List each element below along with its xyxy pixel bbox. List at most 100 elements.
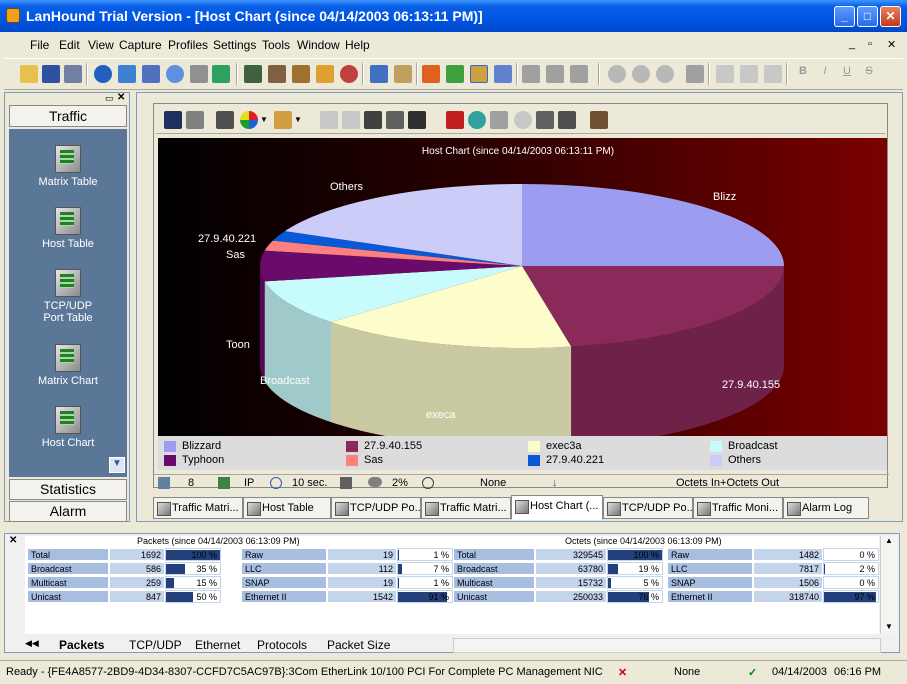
print-preview-icon[interactable] [536, 111, 554, 129]
update-icon[interactable] [212, 65, 230, 83]
tab-host-table[interactable]: Host Table [243, 497, 331, 519]
metric-value: Octets In+Octets Out [676, 477, 780, 489]
scroll-up-icon[interactable]: ▲ [885, 536, 893, 545]
copy-icon[interactable] [190, 65, 208, 83]
menu-edit[interactable]: Edit [59, 38, 80, 52]
chart-save-icon[interactable] [164, 111, 182, 129]
tab-protocols[interactable]: Protocols [257, 638, 307, 652]
mdi-restore-icon[interactable]: ▫ [868, 38, 872, 50]
row-count: 318740 [753, 590, 823, 603]
axis-icon[interactable] [408, 111, 426, 129]
menu-tools[interactable]: Tools [262, 38, 290, 52]
tab-tcp-udp-port[interactable]: TCP/UDP Po... [331, 497, 421, 519]
horizontal-scrollbar[interactable] [453, 638, 881, 653]
nav-host-table[interactable]: Host Table [9, 207, 127, 250]
chart-print-icon[interactable] [558, 111, 576, 129]
scroll-down-icon[interactable]: ▼ [109, 457, 125, 473]
tab-traffic-matrix-chart[interactable]: Traffic Matri... [421, 497, 511, 519]
nav-tcp-udp-port-table[interactable]: TCP/UDP Port Table [9, 269, 127, 324]
network-icon[interactable] [446, 65, 464, 83]
statistics-group-header[interactable]: Statistics [9, 479, 127, 500]
chevron-down-icon[interactable]: ▼ [260, 115, 268, 124]
export-icon[interactable] [494, 65, 512, 83]
legend-icon[interactable] [364, 111, 382, 129]
user-icon[interactable] [470, 65, 488, 83]
nav-matrix-table[interactable]: Matrix Table [9, 145, 127, 188]
chart-legend: Blizzard Typhoon 27.9.40.155 Sas exec3a … [158, 436, 887, 470]
slice-label-toon: Toon [226, 339, 250, 351]
rotate-icon[interactable] [468, 111, 486, 129]
zoom-icon [656, 65, 674, 83]
app-icon[interactable] [6, 8, 20, 23]
pin-icon[interactable]: ▭ [105, 93, 114, 104]
nav-matrix-chart[interactable]: Matrix Chart [9, 344, 127, 387]
mdi-minimize-icon[interactable]: _ [849, 38, 855, 50]
sort-icon[interactable] [142, 65, 160, 83]
stop-icon[interactable] [340, 65, 358, 83]
table-icon[interactable] [118, 65, 136, 83]
menu-profiles[interactable]: Profiles [168, 38, 208, 52]
pane-close-icon[interactable]: ✕ [117, 92, 125, 103]
save-icon[interactable] [42, 65, 60, 83]
stats-close-icon[interactable]: ✕ [9, 535, 17, 546]
tools-icon[interactable] [590, 111, 608, 129]
matrix-table-icon [55, 145, 81, 173]
legend-item: Broadcast [710, 440, 778, 452]
clock-icon[interactable] [270, 477, 282, 489]
tab-tcp-udp[interactable]: TCP/UDP [129, 638, 182, 652]
maximize-button[interactable]: □ [857, 6, 878, 27]
menu-view[interactable]: View [88, 38, 114, 52]
find-icon[interactable] [166, 65, 184, 83]
chevron-down-icon[interactable]: ▼ [294, 115, 302, 124]
alarm-group-header[interactable]: Alarm [9, 501, 127, 522]
data-grid-icon[interactable] [386, 111, 404, 129]
first-tab-icon[interactable]: ◀◀ [25, 638, 39, 649]
fill-icon[interactable] [274, 111, 292, 129]
tab-ethernet[interactable]: Ethernet [195, 638, 240, 652]
threshold-icon[interactable] [368, 477, 382, 487]
color-palette-icon[interactable] [240, 111, 258, 129]
mdi-close-icon[interactable]: ✕ [887, 38, 896, 51]
perspective-icon[interactable] [490, 111, 508, 129]
trigger-icon[interactable] [316, 65, 334, 83]
tab-host-chart[interactable]: Host Chart (... [511, 495, 603, 520]
menu-settings[interactable]: Settings [213, 38, 256, 52]
chart-copy-icon[interactable] [186, 111, 204, 129]
vertical-scrollbar[interactable]: ▲ ▼ [880, 536, 897, 634]
zoom-out-icon [632, 65, 650, 83]
grid-icon[interactable] [158, 477, 170, 489]
chart-icon[interactable] [422, 65, 440, 83]
row-count: 586 [109, 562, 165, 575]
refresh-icon[interactable] [94, 65, 112, 83]
tab-traffic-matrix[interactable]: Traffic Matri... [153, 497, 243, 519]
menu-capture[interactable]: Capture [119, 38, 162, 52]
scroll-down-icon[interactable]: ▼ [885, 622, 893, 631]
interval-value: 10 sec. [292, 477, 328, 489]
menu-help[interactable]: Help [345, 38, 370, 52]
camera-icon[interactable] [244, 65, 262, 83]
search-icon[interactable] [422, 477, 434, 489]
chart-gallery-icon[interactable] [216, 111, 234, 129]
row-count: 1482 [753, 548, 823, 561]
minimize-button[interactable]: _ [834, 6, 855, 27]
edit-icon[interactable] [394, 65, 412, 83]
traffic-group-header[interactable]: Traffic [9, 105, 127, 127]
3d-icon[interactable] [446, 111, 464, 129]
close-button[interactable]: ✕ [880, 6, 901, 27]
nav-host-chart[interactable]: Host Chart [9, 406, 127, 449]
antenna-icon[interactable] [340, 477, 352, 489]
filter-icon[interactable] [292, 65, 310, 83]
folder-icon[interactable] [370, 65, 388, 83]
print-icon[interactable] [64, 65, 82, 83]
tab-traffic-monitor[interactable]: Traffic Moni... [693, 497, 783, 519]
tab-tcp-udp-chart[interactable]: TCP/UDP Po... [603, 497, 693, 519]
tab-alarm-log[interactable]: Alarm Log [783, 497, 869, 519]
open-icon[interactable] [20, 65, 38, 83]
menu-window[interactable]: Window [297, 38, 340, 52]
menu-file[interactable]: File [30, 38, 49, 52]
tab-packet-size[interactable]: Packet Size [327, 638, 390, 652]
sort-az-icon[interactable]: ↓ [552, 477, 558, 489]
tab-packets[interactable]: Packets [59, 638, 104, 652]
protocol-icon[interactable] [218, 477, 230, 489]
capture-icon[interactable] [268, 65, 286, 83]
